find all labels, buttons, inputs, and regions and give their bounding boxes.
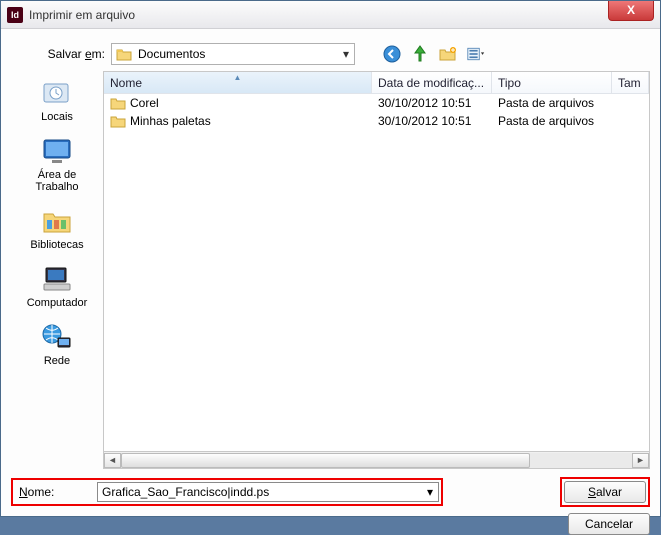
view-menu-icon[interactable]	[467, 45, 485, 63]
file-list[interactable]: Nome ▲ Data de modificaç... Tipo Tam Cor…	[103, 71, 650, 452]
place-label: Área de Trabalho	[17, 169, 97, 193]
new-folder-icon[interactable]	[439, 45, 457, 63]
file-rows: Corel 30/10/2012 10:51 Pasta de arquivos…	[104, 94, 649, 130]
column-headers: Nome ▲ Data de modificaç... Tipo Tam	[104, 72, 649, 94]
chevron-down-icon[interactable]: ▾	[422, 485, 438, 499]
place-label: Computador	[27, 297, 88, 309]
up-icon[interactable]	[411, 45, 429, 63]
scroll-right-icon[interactable]: ►	[632, 453, 649, 468]
file-date: 30/10/2012 10:51	[372, 96, 492, 110]
client-area: Salvar em: Documentos ▾	[1, 29, 660, 516]
list-wrap: Nome ▲ Data de modificaç... Tipo Tam Cor…	[103, 71, 650, 469]
save-in-label: Salvar em:	[35, 47, 105, 61]
bottom-form: Nome: ▾ Salvar Cancelar	[11, 477, 650, 535]
place-desktop[interactable]: Área de Trabalho	[17, 135, 97, 193]
folder-icon	[110, 114, 126, 128]
folder-icon	[116, 47, 132, 61]
location-row: Salvar em: Documentos ▾	[35, 43, 650, 65]
location-combo[interactable]: Documentos ▾	[111, 43, 355, 65]
save-highlight: Salvar	[560, 477, 650, 507]
scroll-thumb[interactable]	[121, 453, 530, 468]
place-label: Locais	[41, 111, 73, 123]
recent-icon	[39, 77, 75, 109]
horizontal-scrollbar[interactable]: ◄ ►	[103, 452, 650, 469]
chevron-down-icon: ▾	[338, 47, 354, 61]
place-label: Rede	[44, 355, 70, 367]
column-name[interactable]: Nome ▲	[104, 72, 372, 93]
app-icon: Id	[7, 7, 23, 23]
file-name: Corel	[130, 96, 159, 110]
file-type: Pasta de arquivos	[492, 114, 612, 128]
back-icon[interactable]	[383, 45, 401, 63]
file-date: 30/10/2012 10:51	[372, 114, 492, 128]
folder-icon	[110, 96, 126, 110]
nav-icons	[383, 45, 485, 63]
cancel-button[interactable]: Cancelar	[568, 513, 650, 535]
scroll-left-icon[interactable]: ◄	[104, 453, 121, 468]
column-size[interactable]: Tam	[612, 72, 649, 93]
body: Locais Área de Trabalho Bibliotecas Comp…	[11, 71, 650, 469]
location-text: Documentos	[136, 47, 338, 61]
computer-icon	[39, 263, 75, 295]
column-date[interactable]: Data de modificaç...	[372, 72, 492, 93]
place-libraries[interactable]: Bibliotecas	[17, 205, 97, 251]
place-network[interactable]: Rede	[17, 321, 97, 367]
libraries-icon	[39, 205, 75, 237]
scroll-track[interactable]	[121, 453, 632, 468]
window-title: Imprimir em arquivo	[29, 8, 135, 22]
place-recent[interactable]: Locais	[17, 77, 97, 123]
column-type[interactable]: Tipo	[492, 72, 612, 93]
desktop-icon	[39, 135, 75, 167]
sort-asc-icon: ▲	[234, 73, 242, 82]
table-row[interactable]: Minhas paletas 30/10/2012 10:51 Pasta de…	[104, 112, 649, 130]
place-label: Bibliotecas	[30, 239, 83, 251]
filename-combo[interactable]: ▾	[97, 482, 439, 502]
place-computer[interactable]: Computador	[17, 263, 97, 309]
places-bar: Locais Área de Trabalho Bibliotecas Comp…	[11, 71, 103, 469]
save-dialog: Id Imprimir em arquivo X Salvar em: Docu…	[0, 0, 661, 517]
filename-highlight: Nome: ▾	[11, 478, 443, 506]
filename-label: Nome:	[15, 485, 97, 499]
save-button[interactable]: Salvar	[564, 481, 646, 503]
file-name: Minhas paletas	[130, 114, 211, 128]
file-type: Pasta de arquivos	[492, 96, 612, 110]
table-row[interactable]: Corel 30/10/2012 10:51 Pasta de arquivos	[104, 94, 649, 112]
network-icon	[39, 321, 75, 353]
titlebar: Id Imprimir em arquivo X	[1, 1, 660, 29]
filename-input[interactable]	[98, 485, 422, 499]
close-button[interactable]: X	[608, 1, 654, 21]
